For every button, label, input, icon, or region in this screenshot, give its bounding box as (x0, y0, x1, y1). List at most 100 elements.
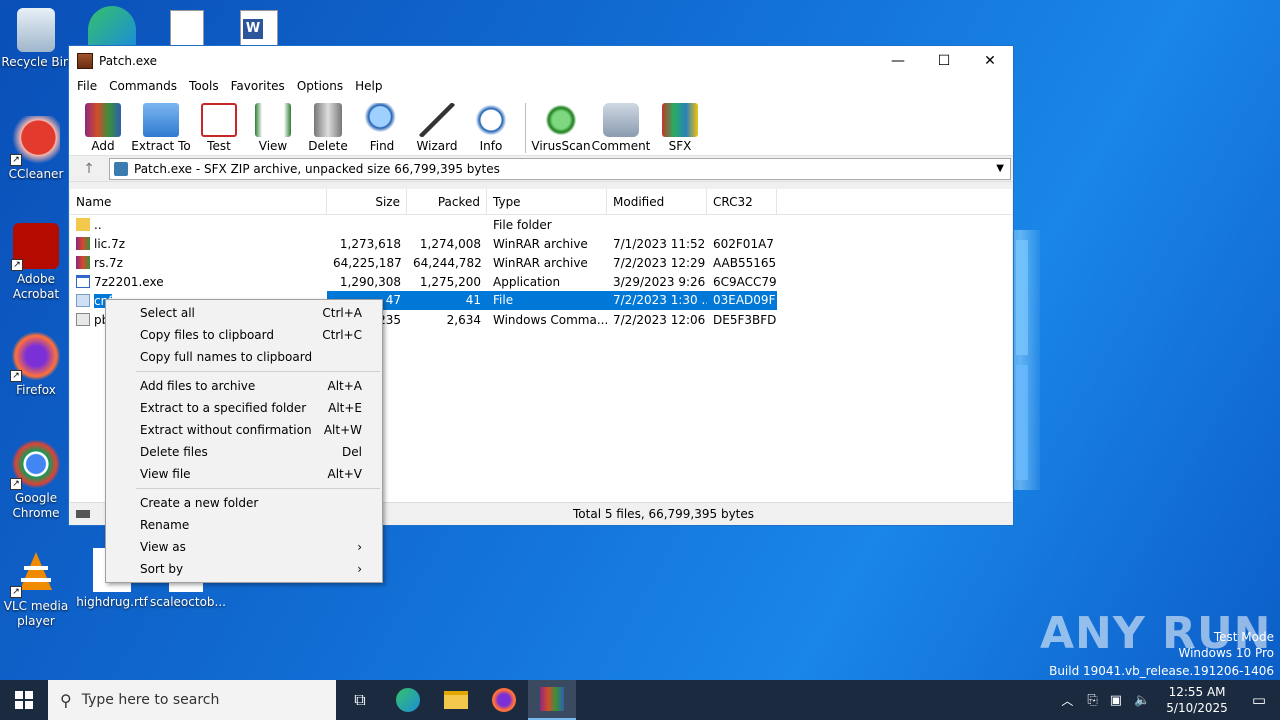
desktop-icon-vlc[interactable]: ↗ VLC media player (0, 548, 72, 629)
menu-item-add-files[interactable]: Add files to archive Alt+A (106, 375, 382, 397)
column-crc32[interactable]: CRC32 (707, 188, 777, 215)
menu-commands[interactable]: Commands (103, 79, 183, 93)
menu-options[interactable]: Options (291, 79, 349, 93)
menu-item-delete-files[interactable]: Delete files Del (106, 441, 382, 463)
table-row[interactable]: rs.7z 64,225,187 64,244,782 WinRAR archi… (70, 253, 1012, 272)
path-text: Patch.exe - SFX ZIP archive, unpacked si… (134, 161, 500, 176)
menu-item-copy-files[interactable]: Copy files to clipboard Ctrl+C (106, 324, 382, 346)
table-row[interactable]: 7z2201.exe 1,290,308 1,275,200 Applicati… (70, 272, 1012, 291)
menu-file[interactable]: File (71, 79, 103, 93)
cell-modified: 7/1/2023 11:52 ... (613, 236, 707, 251)
toolbar-delete-button[interactable]: Delete (303, 103, 353, 153)
network-icon[interactable]: ⎘ (1081, 693, 1103, 708)
menu-separator (136, 371, 380, 372)
firefox-icon: ↗ (10, 332, 60, 382)
toolbar-virusscan-button[interactable]: VirusScan (531, 103, 591, 153)
minimize-button[interactable]: — (875, 46, 921, 76)
title-bar[interactable]: Patch.exe — ☐ ✕ (69, 46, 1013, 76)
toolbar-wizard-button[interactable]: Wizard (411, 103, 463, 153)
word-file-desktop-icon[interactable]: W (240, 10, 278, 46)
toolbar-add-button[interactable]: Add (83, 103, 123, 153)
rar-archive-icon (76, 237, 90, 250)
desktop-icon-adobe-acrobat[interactable]: ↗ Adobe Acrobat (0, 223, 72, 302)
taskbar-search-box[interactable]: ⚲ Type here to search (48, 680, 336, 720)
menu-item-view-as[interactable]: View as › (106, 536, 382, 558)
toolbar-label: View (258, 139, 288, 153)
edge-desktop-icon[interactable] (88, 6, 136, 46)
cell-size: 1,290,308 (339, 274, 401, 289)
cell-type: File folder (493, 217, 552, 232)
image-file-desktop-icon[interactable] (170, 10, 204, 46)
folder-icon (444, 691, 468, 709)
menu-item-sort-by[interactable]: Sort by › (106, 558, 382, 580)
show-hidden-icons-chevron-icon[interactable]: ︿ (1053, 692, 1081, 709)
taskbar-file-explorer[interactable] (432, 680, 480, 720)
desktop-icon-recycle-bin[interactable]: Recycle Bin (0, 8, 72, 70)
menu-tools[interactable]: Tools (183, 79, 225, 93)
toolbar: Add Extract To Test View Delete Find Wiz… (69, 96, 1013, 156)
column-modified[interactable]: Modified (607, 188, 707, 215)
toolbar-comment-button[interactable]: Comment (590, 103, 652, 153)
taskbar-winrar[interactable] (528, 680, 576, 720)
task-view-button[interactable]: ⧉ (336, 680, 384, 720)
column-size[interactable]: Size (327, 188, 407, 215)
sfx-box-icon (662, 103, 698, 137)
start-button[interactable] (0, 680, 48, 720)
notification-icon[interactable]: ▭ (1238, 691, 1280, 709)
toolbar-find-button[interactable]: Find (353, 103, 411, 153)
menu-favorites[interactable]: Favorites (225, 79, 291, 93)
folder-icon (76, 218, 90, 231)
menu-item-extract-to-folder[interactable]: Extract to a specified folder Alt+E (106, 397, 382, 419)
address-bar: ↑ Patch.exe - SFX ZIP archive, unpacked … (69, 156, 1013, 182)
menu-item-shortcut: Del (342, 445, 362, 459)
volume-icon[interactable]: 🔈 (1128, 693, 1156, 708)
menu-item-copy-full-names[interactable]: Copy full names to clipboard (106, 346, 382, 368)
toolbar-view-button[interactable]: View (243, 103, 303, 153)
desktop-icon-ccleaner[interactable]: ↗ CCleaner (0, 116, 72, 182)
menu-help[interactable]: Help (349, 79, 388, 93)
path-combobox[interactable]: Patch.exe - SFX ZIP archive, unpacked si… (109, 157, 1011, 180)
toolbar-test-button[interactable]: Test (195, 103, 243, 153)
menu-item-select-all[interactable]: Select all Ctrl+A (106, 302, 382, 324)
toolbar-extract-to-button[interactable]: Extract To (127, 103, 195, 153)
menu-item-extract-without-confirmation[interactable]: Extract without confirmation Alt+W (106, 419, 382, 441)
close-button[interactable]: ✕ (967, 46, 1013, 76)
table-row[interactable]: .. File folder (70, 215, 1012, 234)
desktop-icon-chrome[interactable]: ↗ Google Chrome (0, 440, 72, 521)
taskbar-edge[interactable] (384, 680, 432, 720)
taskbar-firefox[interactable] (480, 680, 528, 720)
toolbar-label: Delete (308, 139, 348, 153)
clock-date: 5/10/2025 (1166, 701, 1228, 715)
firefox-icon (492, 688, 516, 712)
toolbar-sfx-button[interactable]: SFX (652, 103, 708, 153)
column-type[interactable]: Type (487, 188, 607, 215)
extract-folder-icon (143, 103, 179, 137)
menu-item-rename[interactable]: Rename (106, 514, 382, 536)
menu-item-label: Select all (140, 306, 195, 320)
cell-crc32: 6C9ACC79 (713, 274, 777, 289)
test-checklist-icon (201, 103, 237, 137)
table-row[interactable]: lic.7z 1,273,618 1,274,008 WinRAR archiv… (70, 234, 1012, 253)
maximize-button[interactable]: ☐ (921, 46, 967, 76)
menu-item-label: Extract to a specified folder (140, 401, 307, 415)
menu-item-create-folder[interactable]: Create a new folder (106, 492, 382, 514)
winrar-app-icon (77, 53, 93, 69)
vlc-icon: ↗ (10, 548, 60, 598)
chevron-down-icon[interactable]: ▼ (996, 163, 1004, 174)
column-name[interactable]: Name (70, 188, 327, 215)
menu-item-shortcut: Alt+V (327, 467, 362, 481)
network-icon[interactable]: ▣ (1104, 693, 1128, 708)
toolbar-label: SFX (668, 139, 692, 153)
menu-bar: File Commands Tools Favorites Options He… (69, 76, 1013, 96)
desktop-icon-firefox[interactable]: ↗ Firefox (0, 332, 72, 398)
up-arrow-icon[interactable]: ↑ (69, 161, 109, 177)
menu-item-label: Add files to archive (140, 379, 256, 393)
toolbar-label: Test (207, 139, 231, 153)
toolbar-label: Comment (591, 139, 651, 153)
toolbar-info-button[interactable]: Info (463, 103, 519, 153)
cell-type: Windows Comma... (493, 312, 607, 327)
column-packed[interactable]: Packed (407, 188, 487, 215)
menu-item-view-file[interactable]: View file Alt+V (106, 463, 382, 485)
clock[interactable]: 12:55 AM 5/10/2025 (1156, 684, 1238, 716)
watermark-build: Build 19041.vb_release.191206-1406 (1049, 664, 1274, 678)
